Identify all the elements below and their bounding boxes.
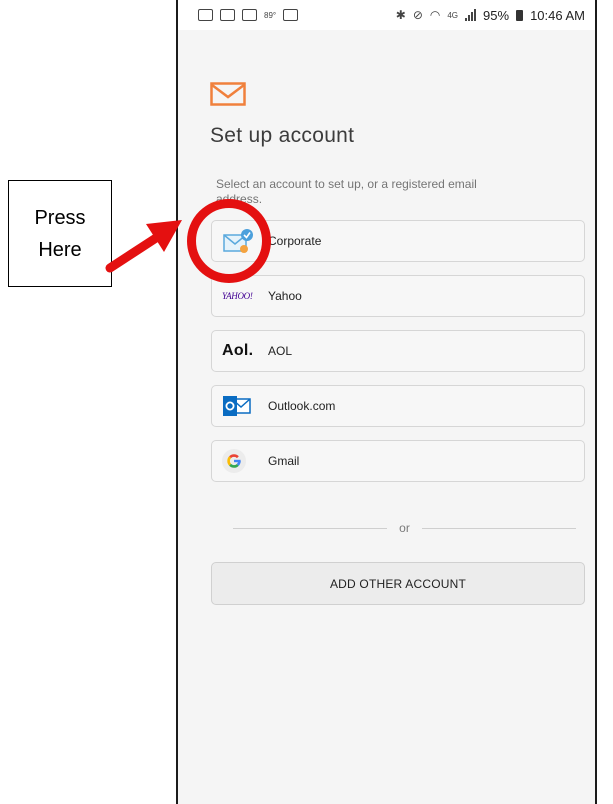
- divider-text: or: [399, 521, 410, 535]
- callout-line-2: Here: [38, 238, 82, 261]
- or-divider: or: [233, 521, 577, 535]
- corporate-mail-icon: [222, 228, 268, 254]
- notification-icon: [198, 9, 213, 21]
- yahoo-logo: YAHOO!: [222, 291, 268, 301]
- account-label-yahoo: Yahoo: [268, 289, 302, 303]
- add-other-account-button[interactable]: ADD OTHER ACCOUNT: [211, 562, 585, 605]
- email-icon: [242, 9, 257, 21]
- temperature-text: 89°: [264, 10, 277, 20]
- account-label-aol: AOL: [268, 344, 293, 358]
- status-right-icons: ✱ ⊘ ◠ 4G 95% 10:46 AM: [396, 8, 585, 23]
- account-option-aol[interactable]: Aol. AOL: [211, 330, 585, 372]
- mute-icon: ⊘: [412, 8, 423, 22]
- account-option-gmail[interactable]: Gmail: [211, 440, 585, 482]
- signal-icon: [465, 9, 477, 21]
- yahoo-logo-text: YAHOO!: [222, 291, 253, 301]
- message-icon: [220, 9, 235, 21]
- picture-icon: [283, 9, 299, 21]
- battery-percent: 95%: [483, 7, 510, 23]
- battery-icon: [516, 9, 524, 21]
- phone-screen: 89° ✱ ⊘ ◠ 4G 95% 10:46 AM Set up account…: [176, 0, 597, 804]
- account-label-corporate: Corporate: [268, 234, 322, 248]
- press-here-callout: Press Here: [8, 180, 112, 287]
- callout-line-1: Press: [34, 206, 86, 229]
- divider-line-right: [421, 527, 577, 529]
- account-list: Corporate YAHOO! Yahoo Aol. AOL Outlook.…: [211, 220, 585, 495]
- clock-time: 10:46 AM: [530, 7, 585, 23]
- wifi-icon: ◠: [429, 8, 441, 22]
- status-bar: 89° ✱ ⊘ ◠ 4G 95% 10:46 AM: [178, 0, 595, 30]
- google-icon: [222, 449, 268, 473]
- setup-instructions: Select an account to set up, or a regist…: [216, 177, 477, 206]
- account-label-gmail: Gmail: [268, 454, 300, 468]
- outlook-icon: [222, 395, 268, 417]
- bluetooth-icon: ✱: [395, 8, 406, 22]
- network-type-text: 4G: [447, 10, 459, 20]
- account-option-outlook[interactable]: Outlook.com: [211, 385, 585, 427]
- mail-app-icon: [210, 82, 246, 106]
- red-arrow-icon: [105, 220, 182, 273]
- status-left-icons: 89°: [198, 9, 299, 21]
- account-option-corporate[interactable]: Corporate: [211, 220, 585, 262]
- divider-line-left: [233, 527, 388, 529]
- account-label-outlook: Outlook.com: [268, 399, 336, 413]
- aol-logo-text: Aol.: [222, 342, 254, 359]
- aol-logo: Aol.: [222, 342, 268, 360]
- page-title: Set up account: [210, 124, 355, 147]
- account-option-yahoo[interactable]: YAHOO! Yahoo: [211, 275, 585, 317]
